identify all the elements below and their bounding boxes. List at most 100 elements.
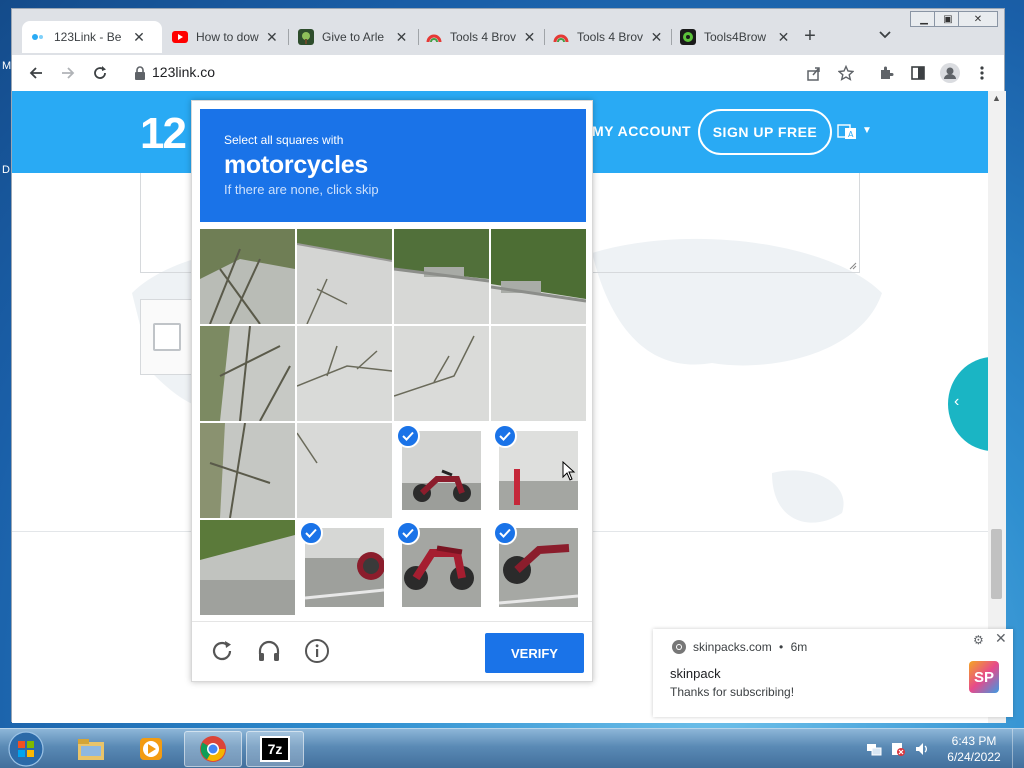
grid-tile-10[interactable] — [297, 423, 392, 518]
tab-title: 123Link - Be — [54, 30, 122, 44]
verify-button[interactable]: VERIFY — [485, 633, 584, 673]
grid-tile-3[interactable] — [394, 229, 489, 324]
sign-up-button[interactable]: SIGN UP FREE — [698, 109, 832, 155]
chevron-down-icon[interactable] — [878, 27, 894, 43]
audio-challenge-icon[interactable] — [256, 638, 284, 666]
menu-kebab-icon[interactable] — [972, 63, 992, 83]
lock-icon[interactable] — [134, 66, 146, 80]
chrome-icon — [671, 639, 687, 655]
notification-title: skinpack — [670, 666, 721, 681]
close-icon[interactable]: ✕ — [995, 630, 1007, 647]
tile-image — [297, 423, 392, 518]
close-tab-icon[interactable]: ✕ — [777, 29, 790, 46]
action-center-icon[interactable] — [890, 741, 906, 757]
tab-separator — [288, 29, 289, 45]
tab-give[interactable]: Give to Arle ✕ — [290, 21, 416, 53]
grid-tile-1[interactable] — [200, 229, 295, 324]
challenge-prompt: Select all squares with motorcycles If t… — [200, 109, 586, 222]
media-player-icon — [140, 738, 162, 760]
close-tab-icon[interactable]: ✕ — [395, 29, 408, 46]
grid-tile-5[interactable] — [200, 326, 295, 421]
taskbar-media-player[interactable] — [122, 731, 180, 767]
taskbar-explorer[interactable] — [62, 731, 120, 767]
tab-youtube[interactable]: How to dow ✕ — [164, 21, 286, 53]
selected-check-icon — [493, 424, 517, 448]
forward-icon[interactable] — [58, 63, 78, 83]
close-tab-icon[interactable]: ✕ — [266, 29, 278, 46]
close-tab-icon[interactable]: ✕ — [132, 29, 146, 46]
address-bar[interactable]: 123link.co — [152, 64, 215, 80]
tile-image — [200, 520, 295, 615]
tile-image — [491, 229, 586, 324]
captcha-challenge: Select all squares with motorcycles If t… — [191, 100, 593, 682]
scroll-thumb[interactable] — [991, 529, 1002, 599]
volume-icon[interactable] — [914, 741, 930, 757]
prompt-instruction: Select all squares with — [224, 133, 344, 147]
tab-title: Tools 4 Brov — [450, 30, 517, 44]
close-tab-icon[interactable]: ✕ — [523, 29, 536, 46]
grid-tile-13[interactable] — [200, 520, 295, 615]
skinpack-logo: SP — [969, 661, 999, 693]
reload-icon[interactable] — [90, 63, 110, 83]
gear-icon[interactable]: ⚙ — [973, 633, 984, 647]
resize-handle-icon[interactable] — [849, 262, 857, 270]
selected-check-icon — [396, 521, 420, 545]
grid-tile-4[interactable] — [491, 229, 586, 324]
prompt-hint: If there are none, click skip — [224, 182, 379, 197]
sidepanel-icon[interactable] — [908, 63, 928, 83]
desktop-icon-label[interactable]: D — [2, 164, 10, 176]
grid-tile-2[interactable] — [297, 229, 392, 324]
profile-avatar-icon[interactable] — [940, 63, 960, 83]
tab-tools4-2[interactable]: Tools 4 Brov ✕ — [545, 21, 671, 53]
back-icon[interactable] — [26, 63, 46, 83]
tile-image — [297, 229, 392, 324]
challenge-footer-divider — [192, 621, 592, 622]
close-window-button[interactable]: ✕ — [958, 11, 998, 27]
grid-tile-8[interactable] — [491, 326, 586, 421]
notification-site: skinpacks.com — [693, 640, 772, 654]
info-icon[interactable] — [304, 638, 332, 666]
tile-image — [200, 326, 295, 421]
prompt-object: motorcycles — [224, 151, 368, 179]
taskbar-chrome[interactable] — [184, 731, 242, 767]
grid-tile-7[interactable] — [394, 326, 489, 421]
push-notification[interactable]: skinpacks.com • 6m skinpack Thanks for s… — [653, 629, 1013, 717]
nav-my-account[interactable]: MY ACCOUNT — [592, 123, 691, 139]
tab-tools4brow[interactable]: Tools4Brow ✕ — [672, 21, 798, 53]
grid-tile-9[interactable] — [200, 423, 295, 518]
tab-tools4-1[interactable]: Tools 4 Brov ✕ — [418, 21, 544, 53]
7zip-icon: 7z — [260, 736, 290, 762]
desktop-icon-label[interactable]: M — [2, 60, 11, 72]
notification-age: 6m — [790, 640, 808, 654]
site-logo[interactable]: 12 — [140, 109, 187, 159]
mouse-cursor-icon — [562, 461, 576, 481]
grid-tile-6[interactable] — [297, 326, 392, 421]
language-icon[interactable]: A — [836, 121, 858, 143]
tools4-icon — [553, 29, 569, 45]
new-tab-button[interactable]: + — [800, 25, 820, 47]
show-desktop-button[interactable] — [1012, 729, 1024, 768]
tile-image — [394, 326, 489, 421]
chrome-icon — [200, 736, 226, 762]
system-clock[interactable]: 6:43 PM 6/24/2022 — [944, 733, 1004, 765]
network-icon[interactable] — [866, 741, 882, 757]
start-button[interactable] — [6, 730, 46, 768]
svg-text:A: A — [848, 130, 854, 139]
selected-check-icon — [299, 521, 323, 545]
bookmark-star-icon[interactable] — [836, 63, 856, 83]
caret-down-icon[interactable]: ▼ — [862, 125, 872, 136]
refresh-icon[interactable] — [209, 638, 237, 666]
extensions-icon[interactable] — [876, 63, 896, 83]
tile-image — [200, 229, 295, 324]
tile-image — [394, 229, 489, 324]
notification-body: Thanks for subscribing! — [670, 685, 795, 699]
clock-time: 6:43 PM — [951, 734, 997, 748]
tab-title: Give to Arle — [322, 30, 385, 44]
tab-123link[interactable]: 123Link - Be ✕ — [22, 21, 162, 53]
close-tab-icon[interactable]: ✕ — [650, 29, 663, 46]
notification-source: skinpacks.com • 6m — [693, 640, 807, 654]
share-icon[interactable] — [804, 63, 824, 83]
taskbar-7zip[interactable]: 7z — [246, 731, 304, 767]
scroll-up-arrow-icon[interactable]: ▲ — [992, 93, 1001, 103]
captcha-checkbox[interactable] — [153, 323, 181, 351]
